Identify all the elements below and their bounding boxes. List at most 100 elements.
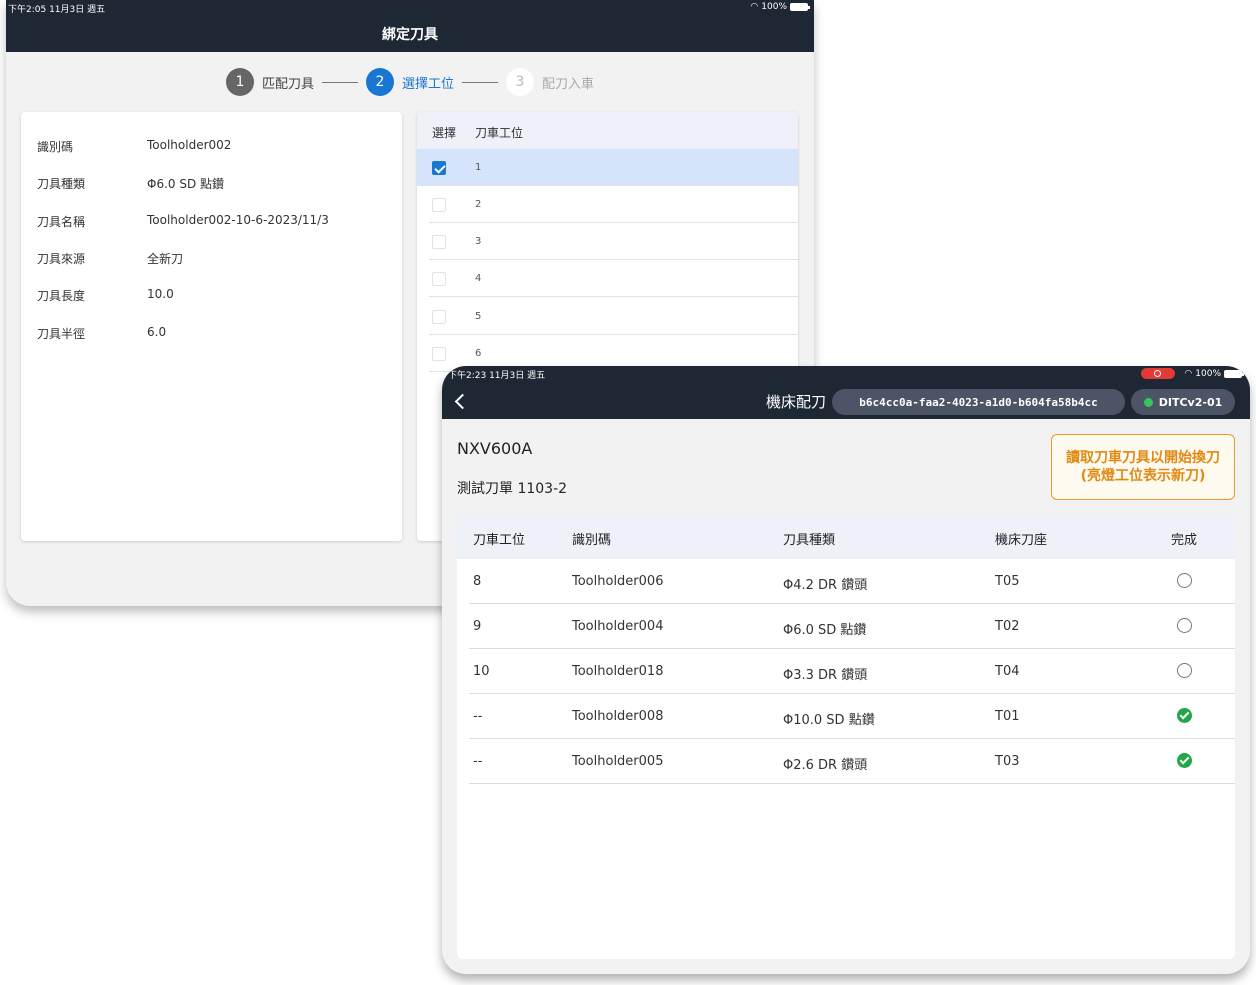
slot-number: 3 — [475, 236, 482, 247]
slot-row[interactable]: 1 — [417, 149, 798, 186]
check-circle-icon — [1177, 708, 1192, 723]
info-row-source: 刀具來源 全新刀 — [37, 250, 183, 267]
status-bar-time: 下午2:05 11月3日 週五 — [8, 5, 106, 15]
info-label: 識別碼 — [37, 140, 74, 154]
cell-id: Toolholder006 — [572, 574, 664, 589]
step-2-number: 2 — [365, 68, 394, 96]
order-name: 測試刀單 1103-2 — [457, 481, 568, 497]
cell-seat: T05 — [995, 574, 1020, 589]
step-3: 3 配刀入車 — [506, 68, 594, 96]
read-button-line-2: (亮燈工位表示新刀) — [1080, 468, 1206, 484]
session-id-chip: b6c4cc0a-faa2-4023-a1d0-b604fa58b4cc — [832, 389, 1125, 415]
cell-type: Φ3.3 DR 鑽頭 — [783, 668, 868, 683]
cell-type: Φ6.0 SD 點鑽 — [783, 623, 867, 638]
info-value: 6.0 — [147, 325, 167, 339]
page-title: 綁定刀具 — [382, 27, 438, 43]
header-id: 識別碼 — [572, 533, 612, 548]
header-select: 選擇 — [432, 126, 457, 140]
status-bar-right: ◠ 100% — [1141, 368, 1244, 379]
info-row-radius: 刀具半徑 6.0 — [37, 325, 166, 342]
cell-seat: T04 — [995, 664, 1020, 679]
battery-percent: 100% — [1195, 368, 1221, 379]
info-value: Toolholder002-10-6-2023/11/3 — [147, 213, 329, 227]
info-label: 刀具半徑 — [37, 327, 86, 341]
slot-number: 5 — [475, 311, 482, 322]
table-row[interactable]: 8 Toolholder006 Φ4.2 DR 鑽頭 T05 — [457, 559, 1235, 604]
slot-row[interactable]: 4 — [417, 260, 798, 297]
read-button-line-1: 讀取刀車刀具以開始換刀 — [1066, 450, 1220, 466]
cell-slot: -- — [473, 709, 483, 724]
slot-number: 4 — [475, 273, 482, 284]
slot-checkbox[interactable] — [432, 161, 446, 175]
page-title: 機床配刀 — [766, 393, 827, 411]
status-bar-right: ◠ 100% — [750, 2, 810, 12]
header-slot: 刀車工位 — [473, 533, 526, 548]
tool-info-card: 識別碼 Toolholder002 刀具種類 Φ6.0 SD 點鑽 刀具名稱 T… — [21, 112, 402, 541]
back-chevron-icon[interactable] — [454, 393, 468, 411]
check-circle-icon — [1177, 753, 1192, 768]
cell-type: Φ4.2 DR 鑽頭 — [783, 578, 868, 593]
app-header: 下午2:23 11月3日 週五 ◠ 100% 機床配刀 b6c4cc0a-faa… — [442, 366, 1250, 419]
info-value: 10.0 — [147, 287, 174, 301]
info-label: 刀具種類 — [37, 177, 86, 191]
header-slot: 刀車工位 — [475, 126, 524, 140]
cell-slot: 10 — [473, 664, 490, 679]
table-row[interactable]: 10 Toolholder018 Φ3.3 DR 鑽頭 T04 — [457, 649, 1235, 694]
cell-type: Φ10.0 SD 點鑽 — [783, 713, 875, 728]
battery-percent: 100% — [761, 2, 787, 12]
info-row-type: 刀具種類 Φ6.0 SD 點鑽 — [37, 175, 224, 192]
info-label: 刀具長度 — [37, 289, 86, 303]
slot-checkbox[interactable] — [432, 347, 446, 361]
battery-icon — [790, 3, 810, 11]
slot-checkbox[interactable] — [432, 310, 446, 324]
slot-checkbox[interactable] — [432, 198, 446, 212]
header-done: 完成 — [1171, 533, 1198, 548]
step-connector — [462, 81, 498, 83]
slot-table-header: 選擇 刀車工位 — [417, 112, 798, 149]
header-seat: 機床刀座 — [995, 533, 1048, 548]
pending-circle-icon — [1177, 618, 1192, 633]
cell-id: Toolholder004 — [572, 619, 664, 634]
step-2: 2 選擇工位 — [365, 68, 454, 96]
cell-slot: -- — [473, 754, 483, 769]
slot-checkbox[interactable] — [432, 272, 446, 286]
step-2-label: 選擇工位 — [401, 76, 454, 92]
tool-change-table: 刀車工位 識別碼 刀具種類 機床刀座 完成 8 Toolholder006 Φ4… — [457, 514, 1235, 959]
info-label: 刀具名稱 — [37, 215, 86, 229]
table-header: 刀車工位 識別碼 刀具種類 機床刀座 完成 — [457, 514, 1235, 559]
cell-id: Toolholder005 — [572, 754, 664, 769]
slot-number: 2 — [475, 199, 482, 210]
slot-row[interactable]: 2 — [417, 186, 798, 223]
info-value: Toolholder002 — [147, 138, 232, 152]
slot-checkbox[interactable] — [432, 235, 446, 249]
cell-id: Toolholder018 — [572, 664, 664, 679]
read-cart-tools-button[interactable]: 讀取刀車刀具以開始換刀 (亮燈工位表示新刀) — [1051, 434, 1235, 500]
step-1-label: 匹配刀具 — [261, 76, 314, 92]
cell-slot: 9 — [473, 619, 482, 634]
table-row[interactable]: 9 Toolholder004 Φ6.0 SD 點鑽 T02 — [457, 604, 1235, 649]
app-header: 下午2:05 11月3日 週五 ◠ 100% 綁定刀具 — [6, 0, 814, 52]
step-3-label: 配刀入車 — [542, 76, 595, 92]
battery-icon — [1224, 369, 1244, 378]
step-1: 1 匹配刀具 — [225, 68, 314, 96]
step-1-number: 1 — [225, 68, 254, 96]
device-name: DITCv2-01 — [1158, 395, 1223, 409]
pending-circle-icon — [1177, 663, 1192, 678]
slot-number: 1 — [475, 162, 482, 173]
cell-seat: T02 — [995, 619, 1020, 634]
step-connector — [321, 81, 358, 83]
slot-row[interactable]: 3 — [417, 223, 798, 260]
slot-row[interactable]: 5 — [417, 298, 798, 335]
table-row[interactable]: -- Toolholder008 Φ10.0 SD 點鑽 T01 — [457, 694, 1235, 739]
wifi-icon: ◠ — [1184, 368, 1193, 379]
cell-slot: 8 — [473, 574, 482, 589]
screen-record-icon — [1141, 368, 1176, 379]
slot-number: 6 — [475, 348, 482, 359]
pending-circle-icon — [1177, 573, 1192, 588]
cell-seat: T03 — [995, 754, 1020, 769]
machine-tool-loading-screen: 下午2:23 11月3日 週五 ◠ 100% 機床配刀 b6c4cc0a-faa… — [442, 366, 1250, 974]
cell-id: Toolholder008 — [572, 709, 664, 724]
table-row[interactable]: -- Toolholder005 Φ2.6 DR 鑽頭 T03 — [457, 739, 1235, 784]
header-type: 刀具種類 — [783, 533, 836, 548]
info-row-id: 識別碼 Toolholder002 — [37, 138, 231, 155]
